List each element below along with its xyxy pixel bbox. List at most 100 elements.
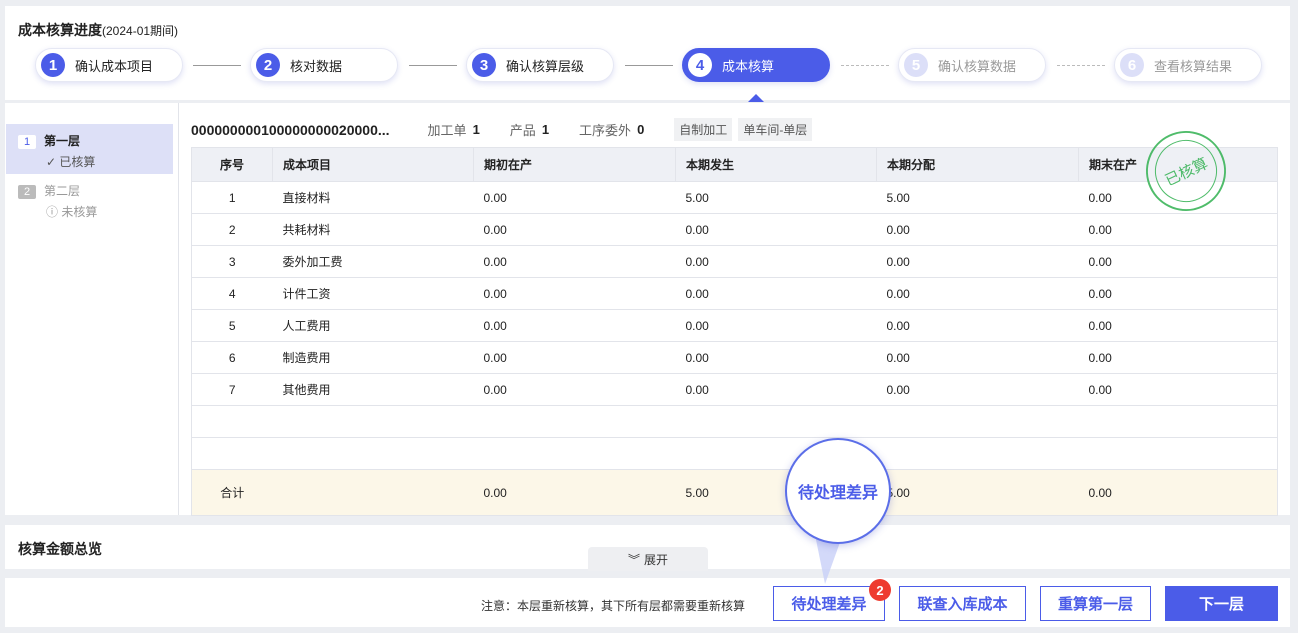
table-row: 3 委外加工费 0.00 0.00 0.00 0.00 [191,245,1278,278]
table-row: 5 人工费用 0.00 0.00 0.00 0.00 [191,309,1278,342]
step-1[interactable]: 1 确认成本项目 [35,48,183,82]
table-cell: 合计 [191,469,273,516]
step-6[interactable]: 6 查看核算结果 [1114,48,1262,82]
table-cell: 6 [191,341,273,374]
step-label: 确认成本项目 [75,58,154,74]
table-cell [272,437,474,470]
table-cell: 0.00 [473,213,676,246]
step-number: 3 [472,53,496,77]
table-cell [876,405,1079,438]
table-row: 7 其他费用 0.00 0.00 0.00 0.00 [191,373,1278,406]
table-cell: 5.00 [876,181,1079,214]
table-row: 1 直接材料 0.00 5.00 5.00 0.00 [191,181,1278,214]
table-cell: 0.00 [675,309,877,342]
table-cell [191,405,273,438]
layer-number: 2 [18,185,36,199]
layer-item-2[interactable]: 2 第二层 ⓘ 未核算 [6,174,173,224]
table-cell: 0.00 [473,309,676,342]
tag: 自制加工 [674,118,733,141]
step-label: 核对数据 [290,58,343,74]
overview-title: 核算金额总览 [18,541,102,557]
table-cell: 0.00 [675,341,877,374]
table-cell [675,405,877,438]
table-row [191,437,1278,470]
progress-panel [5,6,1290,100]
step-connector [625,65,673,66]
step-number: 5 [904,53,928,77]
table-cell: 0.00 [876,373,1079,406]
product-count: 1 [541,122,550,137]
step-number: 2 [256,53,280,77]
table-cell: 0.00 [1078,213,1278,246]
layer-item-1[interactable]: 1 第一层 ✓ 已核算 [6,124,173,174]
step-label: 查看核算结果 [1154,58,1233,74]
order-code: 000000000100000000020000... [191,121,390,138]
table-cell: 制造费用 [272,341,474,374]
step-3[interactable]: 3 确认核算层级 [466,48,614,82]
table-cell: 0.00 [675,245,877,278]
table-cell: 直接材料 [272,181,474,214]
table-cell: 5 [191,309,273,342]
table-cell [1078,405,1278,438]
table-header: 序号 成本项目 期初在产 本期发生 本期分配 期末在产 [191,147,1278,182]
step-5[interactable]: 5 确认核算数据 [898,48,1046,82]
table-row: 4 计件工资 0.00 0.00 0.00 0.00 [191,277,1278,310]
table-cell: 7 [191,373,273,406]
next-layer-button[interactable]: 下一层 [1165,586,1278,621]
page-title: 成本核算进度(2024-01期间) [18,22,179,38]
table-cell: 0.00 [473,469,676,516]
table-row [191,405,1278,438]
table-cell: 0.00 [473,245,676,278]
step-connector [1057,65,1105,66]
callout-bubble: 待处理差异 [785,438,891,544]
expand-label: 展开 [644,552,669,567]
table-cell: 0.00 [1078,277,1278,310]
expand-button[interactable]: ︾ 展开 [588,547,708,571]
table-cell: 0.00 [1078,309,1278,342]
order-info: 000000000100000000020000... 加工单 1 产品 1 工序委… [191,118,813,141]
step-4[interactable]: 4 成本核算 [682,48,830,82]
table-cell: 2 [191,213,273,246]
table-cell: 5.00 [876,469,1079,516]
order-count: 1 [472,122,480,137]
tag: 单车间-单层 [738,118,813,141]
table-cell: 3 [191,245,273,278]
step-number: 6 [1120,53,1144,77]
table-cell: 0.00 [876,341,1079,374]
step-label: 确认核算层级 [506,58,585,74]
table-cell: 5.00 [675,181,877,214]
cost-table: 序号 成本项目 期初在产 本期发生 本期分配 期末在产 1 直接材料 0.00 5.00 5.00… [191,147,1278,516]
table-cell: 4 [191,277,273,310]
table-cell: 0.00 [473,373,676,406]
table-cell: 0.00 [675,277,877,310]
product-label: 产品 [509,123,536,138]
step-number: 4 [688,53,712,77]
step-label: 确认核算数据 [938,58,1017,74]
table-cell [272,405,474,438]
table-cell: 0.00 [876,213,1079,246]
column-header: 本期分配 [876,147,1079,182]
step-number: 1 [41,53,65,77]
layer-status: ⓘ 未核算 [46,205,98,219]
table-cell: 1 [191,181,273,214]
table-cell: 0.00 [473,277,676,310]
table-cell [473,405,676,438]
step-connector [841,65,889,66]
query-stock-cost-button[interactable]: 联查入库成本 [899,586,1026,621]
table-cell: 0.00 [876,309,1079,342]
layer-name: 第二层 [44,184,81,198]
order-label: 加工单 [427,123,467,138]
recalculate-layer-button[interactable]: 重算第一层 [1040,586,1151,621]
table-cell [272,469,474,516]
table-cell: 0.00 [876,277,1079,310]
outsource-label: 工序委外 [579,123,632,138]
table-cell: 共耗材料 [272,213,474,246]
table-cell: 委外加工费 [272,245,474,278]
table-row: 2 共耗材料 0.00 0.00 0.00 0.00 [191,213,1278,246]
step-2[interactable]: 2 核对数据 [250,48,398,82]
table-cell: 0.00 [1078,341,1278,374]
layer-number: 1 [18,135,36,149]
table-cell [473,437,676,470]
table-cell: 0.00 [876,245,1079,278]
column-header: 成本项目 [272,147,474,182]
